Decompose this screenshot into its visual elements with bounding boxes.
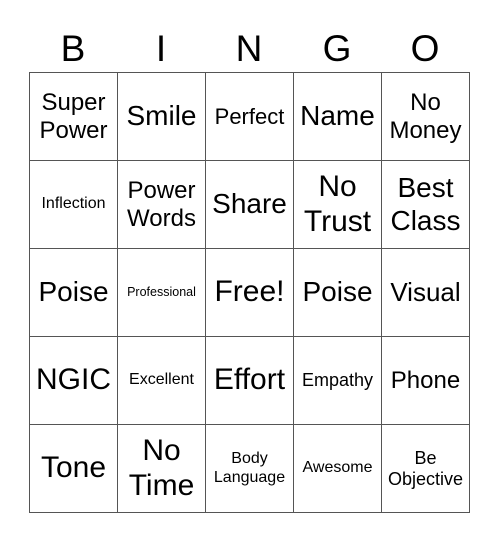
bingo-cell[interactable]: Professional	[118, 249, 206, 337]
bingo-cell[interactable]: Awesome	[294, 425, 382, 513]
bingo-cell[interactable]: Body Language	[206, 425, 294, 513]
bingo-cell[interactable]: Perfect	[206, 73, 294, 161]
bingo-cell[interactable]: Tone	[30, 425, 118, 513]
bingo-cell[interactable]: Super Power	[30, 73, 118, 161]
bingo-cell[interactable]: Poise	[294, 249, 382, 337]
header-letter-n: N	[235, 28, 263, 69]
bingo-cell[interactable]: No Money	[382, 73, 470, 161]
header-letter-g: G	[322, 28, 352, 69]
bingo-cell[interactable]: Empathy	[294, 337, 382, 425]
bingo-cell[interactable]: Visual	[382, 249, 470, 337]
header-letter-i: I	[155, 28, 167, 69]
bingo-cell[interactable]: NGIC	[30, 337, 118, 425]
bingo-grid: Super Power Smile Perfect Name No Money …	[29, 72, 470, 513]
bingo-cell[interactable]: No Time	[118, 425, 206, 513]
bingo-cell[interactable]: No Trust	[294, 161, 382, 249]
bingo-header: B I N G O	[29, 26, 469, 72]
bingo-cell[interactable]: Phone	[382, 337, 470, 425]
bingo-cell[interactable]: Name	[294, 73, 382, 161]
header-letter-o: O	[410, 28, 440, 69]
bingo-cell[interactable]: Effort	[206, 337, 294, 425]
bingo-cell[interactable]: Excellent	[118, 337, 206, 425]
bingo-cell[interactable]: Free!	[206, 249, 294, 337]
bingo-cell[interactable]: Power Words	[118, 161, 206, 249]
bingo-cell[interactable]: Be Objective	[382, 425, 470, 513]
header-letter-b: B	[60, 28, 86, 69]
bingo-cell[interactable]: Poise	[30, 249, 118, 337]
bingo-cell[interactable]: Best Class	[382, 161, 470, 249]
bingo-cell[interactable]: Inflection	[30, 161, 118, 249]
bingo-cell[interactable]: Smile	[118, 73, 206, 161]
bingo-cell[interactable]: Share	[206, 161, 294, 249]
